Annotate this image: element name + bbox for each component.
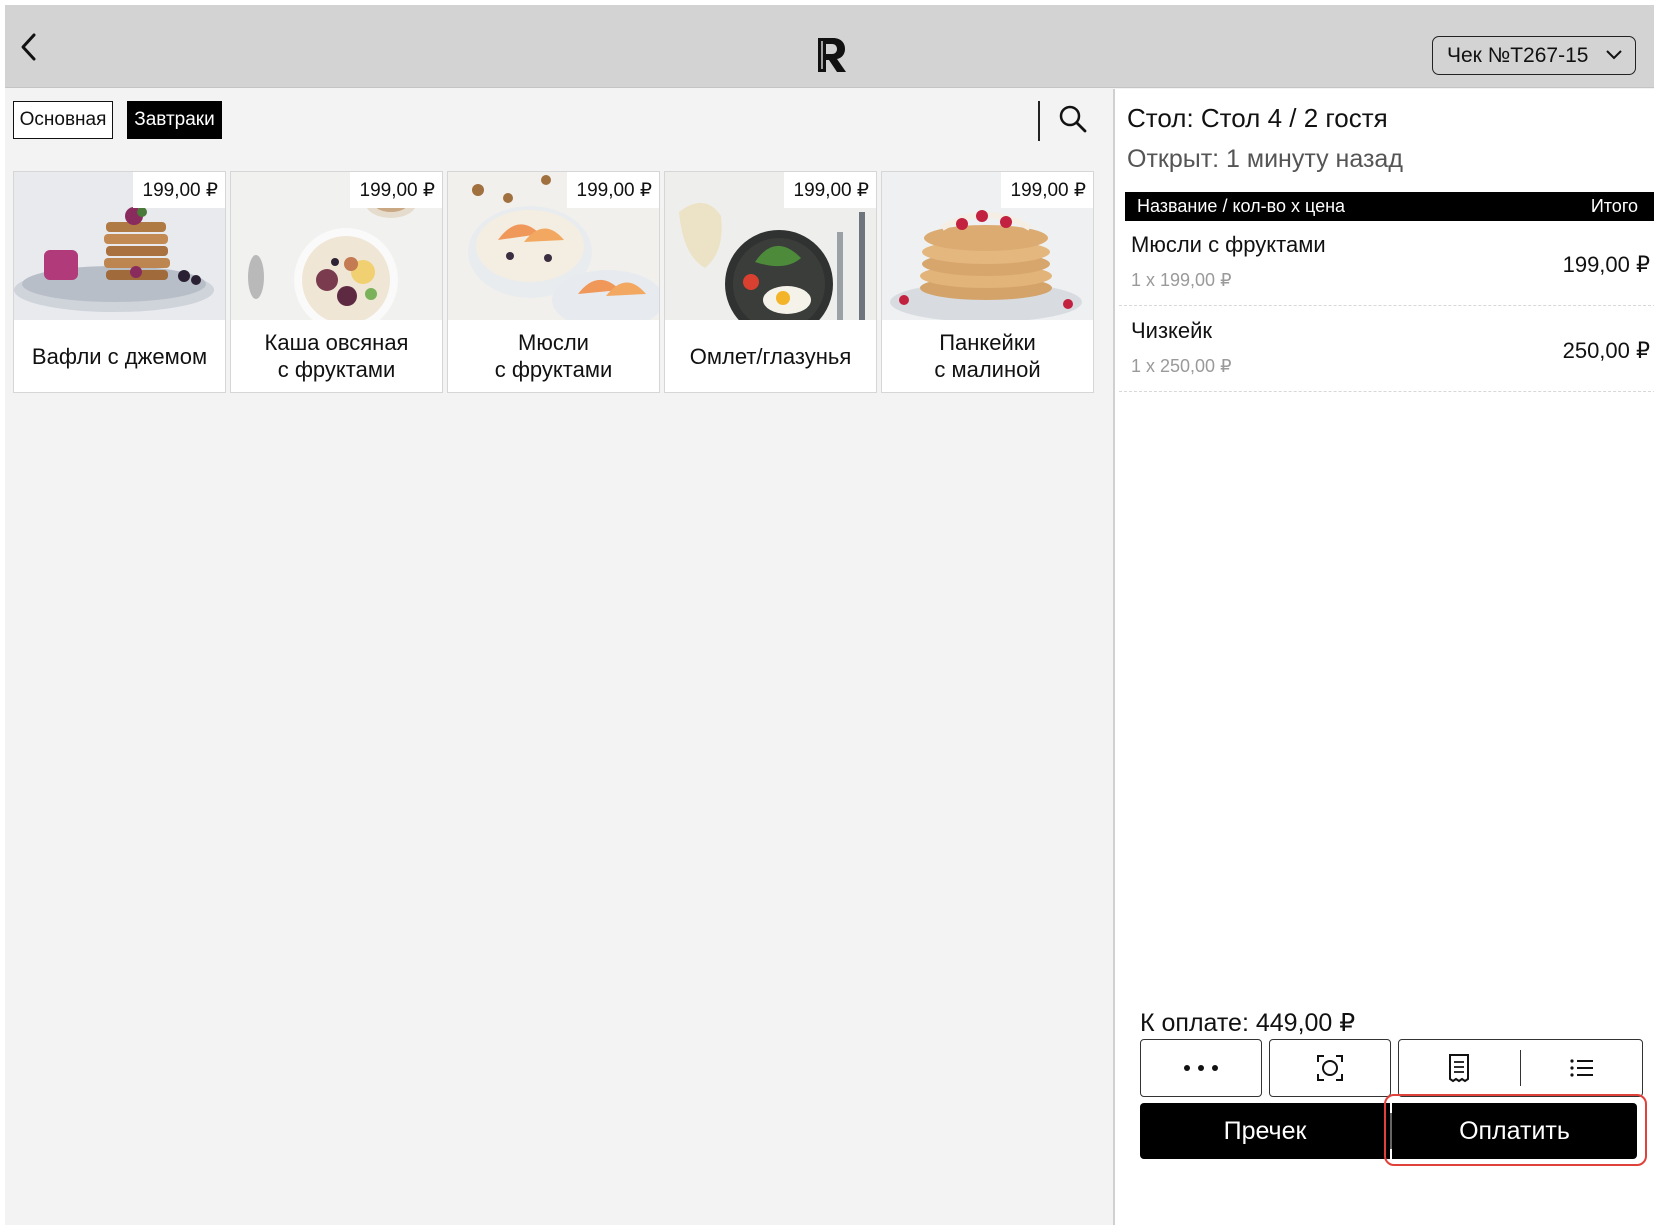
- price-tag: 199,00 ₽: [132, 172, 225, 208]
- back-chevron-icon: [21, 33, 36, 61]
- item-total: 250,00 ₽: [1562, 338, 1650, 363]
- order-item[interactable]: Мюсли с фруктами 1 х 199,00 ₽ 199,00 ₽: [1119, 222, 1654, 306]
- order-panel: Стол: Стол 4 / 2 гостя Открыт: 1 минуту …: [1113, 89, 1654, 1225]
- product-card[interactable]: 199,00 ₽ Каша овсяная с фруктами: [230, 171, 443, 393]
- price-tag: 199,00 ₽: [566, 172, 659, 208]
- top-bar: Чек №T267-15: [5, 5, 1654, 88]
- pos-app: Чек №T267-15 Основная Завтраки 199,00 ₽ …: [5, 5, 1654, 1225]
- tab-breakfast[interactable]: Завтраки: [127, 101, 222, 139]
- check-selector[interactable]: Чек №T267-15: [1432, 36, 1636, 75]
- product-name: Каша овсяная с фруктами: [264, 330, 409, 382]
- opened-time: Открыт: 1 минуту назад: [1127, 145, 1403, 173]
- product-name: Омлет/глазунья: [689, 343, 852, 369]
- amount-due: К оплате: 449,00 ₽: [1140, 1009, 1356, 1037]
- item-qty: 1 х 199,00 ₽: [1131, 270, 1232, 290]
- table-title: Стол: Стол 4 / 2 гостя: [1127, 103, 1388, 133]
- pay-button[interactable]: Оплатить: [1392, 1103, 1637, 1159]
- menu-panel: Основная Завтраки 199,00 ₽ Вафли с джемо…: [5, 89, 1113, 1225]
- search-icon: [1059, 105, 1087, 133]
- product-card[interactable]: 199,00 ₽ Панкейки с малиной: [881, 171, 1094, 393]
- receipt-icon: [1449, 1054, 1470, 1083]
- list-icon: [1570, 1059, 1593, 1077]
- product-card[interactable]: 199,00 ₽ Мюсли с фруктами: [447, 171, 660, 393]
- item-name: Чизкейк: [1131, 318, 1213, 343]
- item-qty: 1 х 250,00 ₽: [1131, 356, 1232, 376]
- back-button[interactable]: [13, 29, 43, 65]
- column-name-header: Название / кол-во х цена: [1137, 196, 1346, 216]
- column-total-header: Итого: [1590, 196, 1638, 216]
- price-tag: 199,00 ₽: [349, 172, 442, 208]
- check-number: Чек №T267-15: [1447, 43, 1589, 67]
- more-dots-icon: [1184, 1065, 1218, 1071]
- scan-icon: [1317, 1055, 1343, 1081]
- divider: [1038, 101, 1040, 141]
- tab-main[interactable]: Основная: [13, 101, 113, 139]
- list-button[interactable]: [1521, 1040, 1642, 1096]
- chevron-down-icon: [1606, 50, 1622, 60]
- item-name: Мюсли с фруктами: [1131, 232, 1326, 257]
- receipt-list-group: [1398, 1039, 1643, 1097]
- order-table-header: Название / кол-во х цена Итого: [1125, 192, 1654, 221]
- scan-button[interactable]: [1269, 1039, 1391, 1097]
- item-total: 199,00 ₽: [1562, 252, 1650, 277]
- product-name: Панкейки с малиной: [934, 330, 1041, 382]
- logo-icon: [813, 35, 849, 75]
- product-card[interactable]: 199,00 ₽ Омлет/глазунья: [664, 171, 877, 393]
- search-button[interactable]: [1057, 103, 1093, 139]
- receipt-button[interactable]: [1399, 1040, 1520, 1096]
- price-tag: 199,00 ₽: [1000, 172, 1093, 208]
- more-button[interactable]: [1140, 1039, 1262, 1097]
- product-name: Мюсли с фруктами: [494, 330, 613, 382]
- product-card[interactable]: 199,00 ₽ Вафли с джемом: [13, 171, 226, 393]
- product-grid: 199,00 ₽ Вафли с джемом 199,00 ₽ Каша ов…: [13, 171, 1094, 393]
- product-name: Вафли с джемом: [31, 343, 208, 369]
- price-tag: 199,00 ₽: [783, 172, 876, 208]
- precheck-button[interactable]: Пречек: [1140, 1103, 1390, 1159]
- order-item[interactable]: Чизкейк 1 х 250,00 ₽ 250,00 ₽: [1119, 308, 1654, 392]
